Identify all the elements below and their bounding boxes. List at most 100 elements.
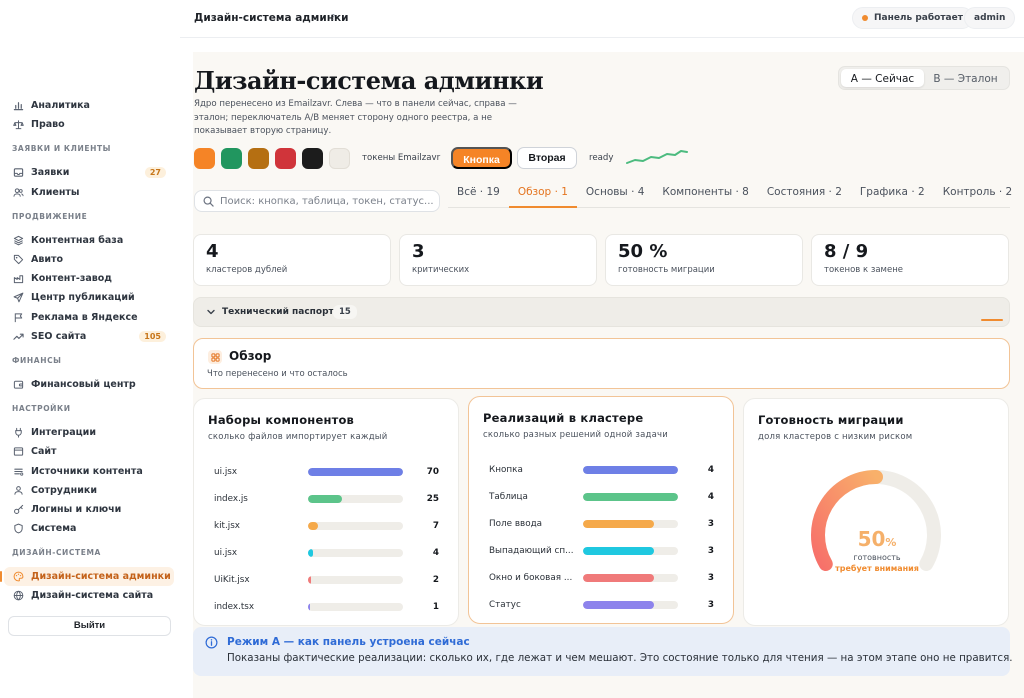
bar-label: ui.jsx	[214, 466, 238, 477]
logout-button[interactable]: Выйти	[8, 616, 171, 636]
kpi-value: 4	[206, 241, 219, 262]
bar-row[interactable]: Окно и боковая ... 3	[483, 564, 719, 591]
bar-row[interactable]: ui.jsx 70	[208, 458, 444, 485]
sidebar-item-label: SEO сайта	[31, 330, 87, 342]
bar-row[interactable]: Статус 3	[483, 591, 719, 618]
status-dot-icon	[862, 15, 868, 21]
bar-fill	[583, 546, 655, 555]
tab[interactable]: Основы · 4	[577, 180, 654, 208]
sidebar-item[interactable]: Авито	[0, 250, 180, 269]
sidebar-item[interactable]: Дизайн-система сайта	[0, 586, 180, 605]
sidebar-item[interactable]: Логины и ключи	[0, 500, 180, 519]
sidebar-item[interactable]: Центр публикаций	[0, 288, 180, 307]
bar-row[interactable]: index.js 25	[208, 485, 444, 512]
sidebar-item-label: Источники контента	[31, 465, 143, 477]
sidebar-item[interactable]: Сотрудники	[0, 481, 180, 500]
kpi-label: кластеров дублей	[206, 265, 288, 275]
bar-row[interactable]: UiKit.jsx 2	[208, 566, 444, 593]
sidebar-item[interactable]: Финансовый центр	[0, 375, 180, 394]
sample-secondary-button[interactable]: Вторая	[517, 147, 577, 169]
bar-row[interactable]: index.tsx 1	[208, 593, 444, 620]
card-subtitle: сколько файлов импортирует каждый	[208, 432, 388, 442]
sidebar-item[interactable]: Дизайн-система админки	[0, 567, 174, 587]
color-swatch[interactable]	[194, 148, 215, 169]
color-swatch[interactable]	[329, 148, 350, 169]
bar-label: index.tsx	[214, 601, 255, 612]
bar-row[interactable]: Кнопка 4	[483, 456, 719, 483]
bar-row[interactable]: ui.jsx 4	[208, 539, 444, 566]
globe-icon	[12, 589, 25, 602]
sidebar-item[interactable]: Контент-завод	[0, 269, 180, 288]
sidebar-item[interactable]: Контентная база	[0, 231, 180, 250]
users-icon	[12, 186, 25, 199]
tech-passport-count: 15	[333, 305, 357, 319]
window-icon	[12, 445, 25, 458]
sidebar-item[interactable]: Система	[0, 519, 180, 538]
sidebar-item[interactable]: Право	[0, 115, 180, 134]
sidebar-section-label: ЗАЯВКИ И КЛИЕНТЫ	[12, 144, 112, 154]
status-text: Панель работает	[874, 13, 963, 23]
bar-fill	[583, 573, 655, 582]
help-icon[interactable]: ?	[331, 13, 335, 22]
sidebar-item-label: Логины и ключи	[31, 503, 122, 515]
toggle-b-button[interactable]: B — Эталон	[924, 69, 1007, 87]
bar-fill	[583, 465, 678, 474]
card-subtitle: доля кластеров с низким риском	[758, 432, 913, 442]
component-sets-card: Наборы компонентов сколько файлов импорт…	[193, 398, 459, 626]
card-title: Наборы компонентов	[208, 413, 355, 427]
bar-value: 3	[707, 518, 714, 529]
chart-icon	[12, 99, 25, 112]
sidebar-item[interactable]: Заявки 27	[0, 163, 180, 182]
overview-section: Обзор Что перенесено и что осталось	[193, 338, 1010, 389]
kpi-card: 4 кластеров дублей	[193, 234, 391, 286]
tab[interactable]: Состояния · 2	[758, 180, 851, 208]
user-menu-button[interactable]: admin	[964, 7, 1016, 29]
bar-fill	[308, 548, 314, 557]
color-swatch[interactable]	[275, 148, 296, 169]
count-badge: 105	[139, 330, 166, 342]
sidebar-item[interactable]: Интеграции	[0, 423, 180, 442]
wallet-icon	[12, 378, 25, 391]
search-input[interactable]	[220, 195, 435, 207]
overview-title: Обзор	[229, 349, 272, 363]
tab[interactable]: Всё · 19	[448, 180, 509, 208]
sidebar-item[interactable]: Аналитика	[0, 96, 180, 115]
bar-row[interactable]: Выпадающий сп... 3	[483, 537, 719, 564]
bar-track	[308, 602, 403, 611]
kpi-label: критических	[412, 265, 470, 275]
tab[interactable]: Компоненты · 8	[653, 180, 757, 208]
cards-row: Наборы компонентов сколько файлов импорт…	[193, 396, 1018, 626]
tech-passport-panel[interactable]: Технический паспорт 15	[193, 297, 1010, 327]
bar-row[interactable]: Поле ввода 3	[483, 510, 719, 537]
sidebar-item[interactable]: Клиенты	[0, 183, 180, 202]
topbar-title: Дизайн-система админки	[194, 12, 349, 24]
tab[interactable]: Обзор · 1	[508, 180, 577, 208]
color-swatch[interactable]	[221, 148, 242, 169]
color-swatch[interactable]	[248, 148, 269, 169]
bar-row[interactable]: Таблица 4	[483, 483, 719, 510]
sidebar-item-label: Аналитика	[31, 100, 90, 112]
status-badge[interactable]: Панель работает	[852, 7, 973, 29]
sidebar-item-label: Система	[31, 523, 77, 535]
sidebar-item[interactable]: SEO сайта 105	[0, 327, 180, 346]
sample-primary-button[interactable]: Кнопка	[451, 147, 512, 169]
bar-value: 4	[707, 491, 714, 502]
info-title: Режим A — как панель устроена сейчас	[227, 636, 470, 648]
bar-value: 2	[432, 574, 439, 585]
bar-label: kit.jsx	[214, 520, 241, 531]
toggle-a-button[interactable]: A — Сейчас	[841, 69, 924, 87]
bar-fill	[583, 600, 655, 609]
sidebar-item[interactable]: Источники контента	[0, 461, 180, 480]
key-icon	[12, 503, 25, 516]
sidebar-item-label: Сотрудники	[31, 484, 97, 496]
passport-accent-bar	[981, 319, 1003, 321]
sidebar-item[interactable]: Сайт	[0, 442, 180, 461]
tab[interactable]: Контроль · 2	[934, 180, 1022, 208]
kpi-card: 8 / 9 токенов к замене	[811, 234, 1009, 286]
kpi-card: 50 % готовность миграции	[605, 234, 803, 286]
color-swatch[interactable]	[302, 148, 323, 169]
tab[interactable]: Графика · 2	[851, 180, 934, 208]
bar-row[interactable]: kit.jsx 7	[208, 512, 444, 539]
bar-fill	[308, 521, 318, 530]
sidebar-item[interactable]: Реклама в Яндексе	[0, 308, 180, 327]
